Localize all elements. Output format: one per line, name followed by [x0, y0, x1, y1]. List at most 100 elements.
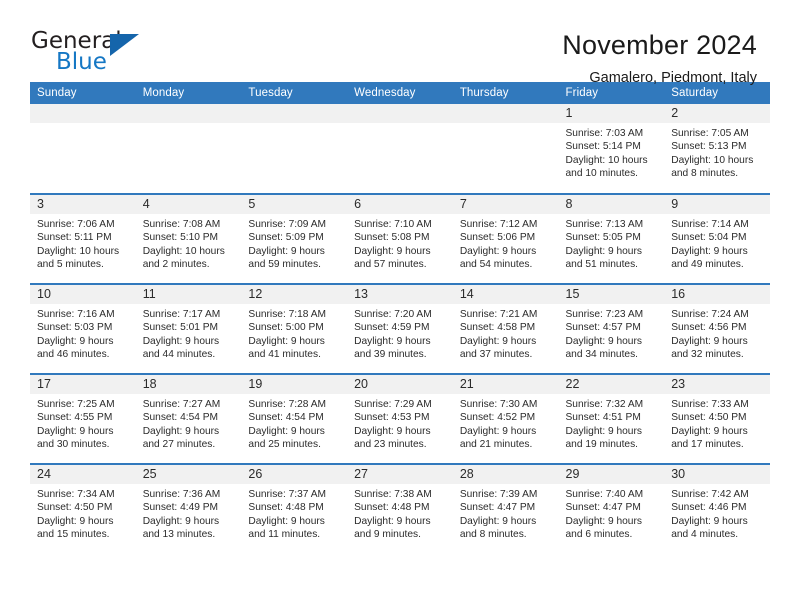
daylight-text-line1: Daylight: 9 hours	[671, 245, 748, 257]
day-sun-info: Sunrise: 7:39 AM Sunset: 4:47 PM Daylight:…	[453, 484, 559, 541]
calendar-cell-day[interactable]: 30 Sunrise: 7:42 AM Sunset: 4:46 PM Dayligh…	[664, 463, 770, 554]
calendar-table: Sunday Monday Tuesday Wednesday Thursday…	[30, 82, 770, 554]
day-number: 22	[558, 375, 665, 394]
day-sun-info: Sunrise: 7:13 AM Sunset: 5:05 PM Daylight:…	[559, 214, 665, 271]
sunrise-text: Sunrise: 7:29 AM	[354, 399, 432, 410]
weekday-header-wednesday: Wednesday	[347, 82, 453, 104]
general-blue-logo[interactable]: General Blue	[31, 30, 146, 78]
calendar-cell-day[interactable]: 14 Sunrise: 7:21 AM Sunset: 4:58 PM Dayligh…	[452, 283, 559, 374]
daylight-text-line1: Daylight: 9 hours	[248, 335, 325, 347]
calendar-cell-day[interactable]: 7 Sunrise: 7:12 AM Sunset: 5:06 PM Daylight…	[452, 193, 559, 284]
daylight-text-line2: and 21 minutes.	[459, 438, 533, 450]
day-number: 14	[452, 285, 559, 304]
calendar-cell-day[interactable]: 6 Sunrise: 7:10 AM Sunset: 5:08 PM Daylight…	[347, 193, 453, 284]
sunrise-text: Sunrise: 7:30 AM	[459, 399, 538, 410]
day-sun-info: Sunrise: 7:05 AM Sunset: 5:13 PM Daylight:…	[664, 123, 770, 180]
calendar-cell-day[interactable]: 23 Sunrise: 7:33 AM Sunset: 4:50 PM Dayligh…	[664, 373, 770, 464]
day-sun-info: Sunrise: 7:32 AM Sunset: 4:51 PM Daylight:…	[559, 394, 665, 451]
calendar-cell-day[interactable]: 4 Sunrise: 7:08 AM Sunset: 5:10 PM Daylight…	[135, 193, 242, 284]
calendar-cell-day[interactable]: 3 Sunrise: 7:06 AM Sunset: 5:11 PM Daylight…	[30, 193, 136, 284]
calendar-cell-day[interactable]: 17 Sunrise: 7:25 AM Sunset: 4:55 PM Dayligh…	[30, 373, 136, 464]
calendar-cell-day[interactable]: 16 Sunrise: 7:24 AM Sunset: 4:56 PM Dayligh…	[664, 283, 770, 374]
daylight-text-line2: and 34 minutes.	[565, 348, 639, 360]
calendar-cell-empty	[241, 104, 348, 194]
calendar-cell-day[interactable]: 22 Sunrise: 7:32 AM Sunset: 4:51 PM Dayligh…	[558, 373, 665, 464]
calendar-cell-empty	[135, 104, 242, 194]
calendar-cell-day[interactable]: 15 Sunrise: 7:23 AM Sunset: 4:57 PM Dayligh…	[558, 283, 665, 374]
day-number: 18	[135, 375, 242, 394]
sunrise-text: Sunrise: 7:25 AM	[37, 399, 115, 410]
sunrise-text: Sunrise: 7:20 AM	[354, 309, 432, 320]
daylight-text-line1: Daylight: 9 hours	[459, 425, 537, 437]
daylight-text-line1: Daylight: 9 hours	[354, 515, 431, 527]
day-sun-info: Sunrise: 7:37 AM Sunset: 4:48 PM Daylight:…	[241, 484, 347, 541]
sunrise-text: Sunrise: 7:14 AM	[671, 219, 749, 230]
day-number: 6	[347, 195, 453, 214]
sunset-text: Sunset: 5:10 PM	[142, 232, 219, 244]
calendar-cell-day[interactable]: 18 Sunrise: 7:27 AM Sunset: 4:54 PM Dayligh…	[135, 373, 242, 464]
day-sun-info: Sunrise: 7:36 AM Sunset: 4:49 PM Daylight:…	[136, 484, 242, 541]
daylight-text-line2: and 6 minutes.	[565, 528, 633, 540]
calendar-cell-day[interactable]: 8 Sunrise: 7:13 AM Sunset: 5:05 PM Daylight…	[558, 193, 665, 284]
daylight-text-line2: and 59 minutes.	[248, 258, 321, 270]
day-sun-info: Sunrise: 7:12 AM Sunset: 5:06 PM Daylight:…	[453, 214, 559, 271]
sunset-text: Sunset: 5:06 PM	[459, 232, 536, 244]
sunrise-text: Sunrise: 7:18 AM	[248, 309, 326, 320]
daylight-text-line2: and 25 minutes.	[248, 438, 321, 450]
sunset-text: Sunset: 4:50 PM	[37, 502, 113, 514]
calendar-cell-day[interactable]: 1 Sunrise: 7:03 AM Sunset: 5:14 PM Daylight…	[558, 104, 665, 194]
page-title: November 2024	[562, 30, 757, 60]
day-sun-info: Sunrise: 7:18 AM Sunset: 5:00 PM Daylight:…	[241, 304, 347, 361]
daylight-text-line1: Daylight: 10 hours	[142, 245, 225, 257]
calendar-cell-day[interactable]: 27 Sunrise: 7:38 AM Sunset: 4:48 PM Dayligh…	[347, 463, 453, 554]
calendar-cell-day[interactable]: 12 Sunrise: 7:18 AM Sunset: 5:00 PM Dayligh…	[241, 283, 348, 374]
daylight-text-line1: Daylight: 9 hours	[37, 515, 114, 527]
daylight-text-line1: Daylight: 9 hours	[459, 515, 537, 527]
calendar-cell-day[interactable]: 9 Sunrise: 7:14 AM Sunset: 5:04 PM Daylight…	[664, 193, 770, 284]
sunset-text: Sunset: 5:09 PM	[248, 232, 324, 244]
day-sun-info: Sunrise: 7:21 AM Sunset: 4:58 PM Daylight:…	[453, 304, 559, 361]
day-number	[135, 104, 242, 123]
sunrise-text: Sunrise: 7:03 AM	[565, 128, 644, 139]
calendar-cell-day[interactable]: 13 Sunrise: 7:20 AM Sunset: 4:59 PM Dayligh…	[347, 283, 453, 374]
day-number: 17	[30, 375, 136, 394]
sunrise-text: Sunrise: 7:17 AM	[142, 309, 221, 320]
calendar-cell-day[interactable]: 24 Sunrise: 7:34 AM Sunset: 4:50 PM Dayligh…	[30, 463, 136, 554]
daylight-text-line2: and 37 minutes.	[459, 348, 533, 360]
calendar-cell-day[interactable]: 5 Sunrise: 7:09 AM Sunset: 5:09 PM Daylight…	[241, 193, 348, 284]
location-subtitle: Gamalero, Piedmont, Italy	[589, 70, 757, 86]
calendar-cell-day[interactable]: 11 Sunrise: 7:17 AM Sunset: 5:01 PM Dayligh…	[135, 283, 242, 374]
calendar-cell-empty	[30, 104, 136, 194]
daylight-text-line1: Daylight: 9 hours	[671, 425, 748, 437]
calendar-week-row: 17 Sunrise: 7:25 AM Sunset: 4:55 PM Dayligh…	[30, 373, 770, 464]
day-sun-info: Sunrise: 7:29 AM Sunset: 4:53 PM Daylight:…	[347, 394, 453, 451]
daylight-text-line2: and 5 minutes.	[37, 258, 104, 270]
calendar-container: Sunday Monday Tuesday Wednesday Thursday…	[30, 82, 770, 554]
sunset-text: Sunset: 4:46 PM	[671, 502, 747, 514]
daylight-text-line2: and 44 minutes.	[142, 348, 216, 360]
sunset-text: Sunset: 4:54 PM	[142, 412, 219, 424]
day-sun-info: Sunrise: 7:28 AM Sunset: 4:54 PM Daylight:…	[241, 394, 347, 451]
sunrise-text: Sunrise: 7:38 AM	[354, 489, 432, 500]
calendar-cell-day[interactable]: 10 Sunrise: 7:16 AM Sunset: 5:03 PM Dayligh…	[30, 283, 136, 374]
day-number: 4	[135, 195, 242, 214]
calendar-cell-day[interactable]: 25 Sunrise: 7:36 AM Sunset: 4:49 PM Dayligh…	[135, 463, 242, 554]
day-sun-info: Sunrise: 7:38 AM Sunset: 4:48 PM Daylight:…	[347, 484, 453, 541]
sunrise-text: Sunrise: 7:36 AM	[142, 489, 221, 500]
daylight-text-line2: and 39 minutes.	[354, 348, 427, 360]
day-number: 3	[30, 195, 136, 214]
calendar-cell-day[interactable]: 21 Sunrise: 7:30 AM Sunset: 4:52 PM Dayligh…	[452, 373, 559, 464]
daylight-text-line1: Daylight: 9 hours	[565, 245, 642, 257]
calendar-cell-day[interactable]: 20 Sunrise: 7:29 AM Sunset: 4:53 PM Dayligh…	[347, 373, 453, 464]
sunrise-text: Sunrise: 7:42 AM	[671, 489, 749, 500]
sunrise-text: Sunrise: 7:33 AM	[671, 399, 749, 410]
calendar-cell-day[interactable]: 2 Sunrise: 7:05 AM Sunset: 5:13 PM Daylight…	[664, 104, 770, 194]
calendar-cell-day[interactable]: 26 Sunrise: 7:37 AM Sunset: 4:48 PM Dayligh…	[241, 463, 348, 554]
calendar-cell-day[interactable]: 29 Sunrise: 7:40 AM Sunset: 4:47 PM Dayligh…	[558, 463, 665, 554]
calendar-cell-day[interactable]: 28 Sunrise: 7:39 AM Sunset: 4:47 PM Dayligh…	[452, 463, 559, 554]
daylight-text-line2: and 13 minutes.	[142, 528, 216, 540]
calendar-cell-day[interactable]: 19 Sunrise: 7:28 AM Sunset: 4:54 PM Dayligh…	[241, 373, 348, 464]
day-number	[452, 104, 559, 123]
daylight-text-line2: and 41 minutes.	[248, 348, 321, 360]
daylight-text-line2: and 4 minutes.	[671, 528, 739, 540]
